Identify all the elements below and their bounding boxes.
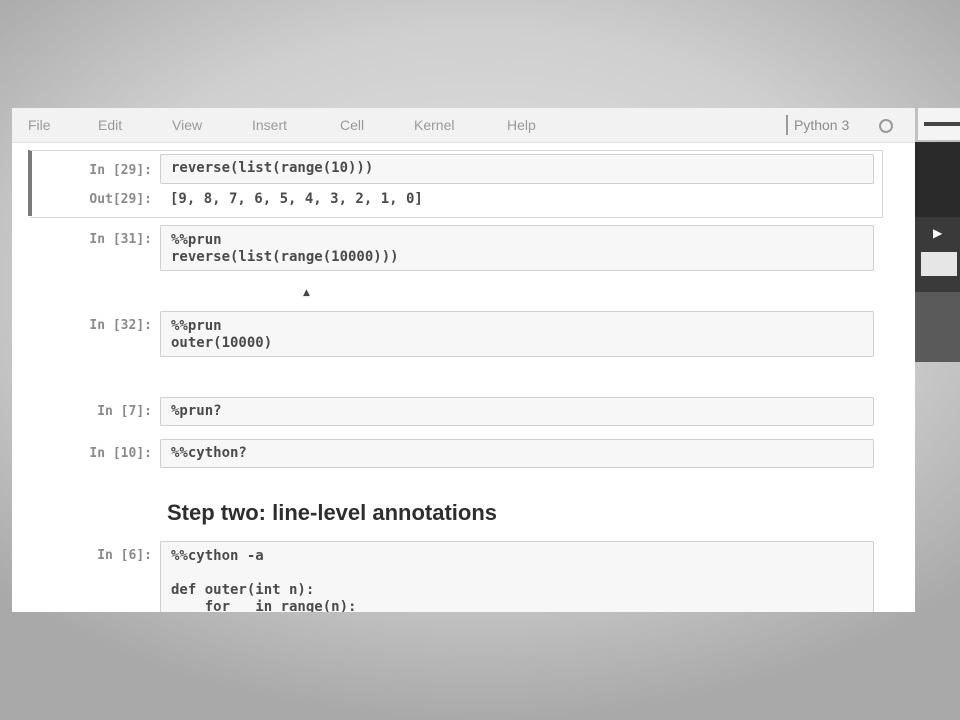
menu-bar: File Edit View Insert Cell Kernel Help P… xyxy=(12,108,915,143)
code-text: %%prun outer(10000) xyxy=(171,318,273,351)
input-prompt: In [32]: xyxy=(89,318,152,333)
code-cell-input[interactable]: %prun? xyxy=(160,397,874,426)
input-prompt: In [29]: xyxy=(89,163,152,178)
circle-idle-icon xyxy=(879,119,893,133)
jupyter-notebook: File Edit View Insert Cell Kernel Help P… xyxy=(12,108,915,612)
play-icon: ▶ xyxy=(933,226,943,240)
markdown-heading: Step two: line-level annotations xyxy=(167,500,498,525)
mouse-pointer-icon: ▲ xyxy=(303,288,310,298)
code-cell-input[interactable]: reverse(list(range(10))) xyxy=(160,154,874,184)
code-text: %%cython? xyxy=(171,445,247,461)
code-text: reverse(list(range(10))) xyxy=(171,160,374,176)
code-cell-input[interactable]: %%cython -a def outer(int n): for _ in r… xyxy=(160,541,874,612)
menu-help[interactable]: Help xyxy=(507,117,536,133)
code-text: %%cython -a def outer(int n): for _ in r… xyxy=(171,548,357,612)
menu-edit[interactable]: Edit xyxy=(98,117,122,133)
input-prompt: In [31]: xyxy=(89,232,152,247)
code-text: %%prun reverse(list(range(10000))) xyxy=(171,232,399,265)
output-prompt: Out[29]: xyxy=(89,192,152,207)
menu-kernel[interactable]: Kernel xyxy=(414,117,454,133)
input-prompt: In [6]: xyxy=(97,548,152,563)
code-text: %prun? xyxy=(171,403,222,419)
menu-cell[interactable]: Cell xyxy=(340,117,364,133)
input-prompt: In [7]: xyxy=(97,404,152,419)
menu-file[interactable]: File xyxy=(28,117,51,133)
input-prompt: In [10]: xyxy=(89,446,152,461)
menu-insert[interactable]: Insert xyxy=(252,117,287,133)
menu-view[interactable]: View xyxy=(172,117,202,133)
side-window-strip xyxy=(918,108,960,140)
code-cell-input[interactable]: %%prun reverse(list(range(10000))) xyxy=(160,225,874,271)
menu-separator xyxy=(786,115,788,135)
side-video-panel: ▶ xyxy=(915,142,960,362)
code-cell-input[interactable]: %%prun outer(10000) xyxy=(160,311,874,357)
kernel-name[interactable]: Python 3 xyxy=(794,117,849,133)
cell-output: [9, 8, 7, 6, 5, 4, 3, 2, 1, 0] xyxy=(170,191,423,207)
code-cell-input[interactable]: %%cython? xyxy=(160,439,874,468)
